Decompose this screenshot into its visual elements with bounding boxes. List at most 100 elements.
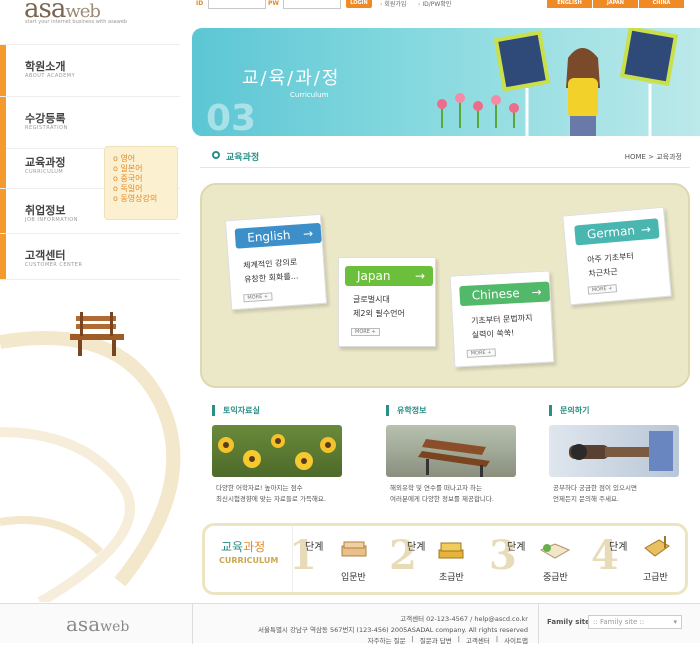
section-title[interactable]: 문의하기 <box>549 405 679 416</box>
menu-marker <box>0 189 6 233</box>
footer-contact: 고객센터 02-123-4567 / help@ascd.co.kr <box>400 615 528 623</box>
chalkboard-sign-icon <box>619 28 679 136</box>
course-desc: 글로벌시대 <box>353 295 390 304</box>
pw-input[interactable] <box>283 0 341 9</box>
footer-link-separator: | <box>457 635 460 643</box>
graduation-icon <box>644 536 670 557</box>
sidebar-item-sublabel: REGISTRATION <box>25 125 68 131</box>
section-title[interactable]: 유학정보 <box>386 405 516 416</box>
footer-link-faq[interactable]: 자주하는 질문 <box>368 635 406 645</box>
lang-china[interactable]: CHINA <box>638 0 684 8</box>
course-tag: Chinese → <box>459 281 551 307</box>
footer-link-separator: | <box>411 635 414 643</box>
footer-link-sitemap[interactable]: 사이트맵 <box>504 635 528 645</box>
find-idpw-link[interactable]: › ID/PW확인 <box>418 0 451 8</box>
course-desc: 유창한 회화를... <box>243 271 299 285</box>
submenu-item-chinese[interactable]: o 중국어 <box>113 174 177 184</box>
footer-logo: asaweb <box>66 612 130 636</box>
banner-number: 03 <box>206 98 257 136</box>
step-unit: 단계 <box>507 542 526 553</box>
section-study-abroad: 유학정보 해외유학 및 연수를 떠나고자 하는 여러분에게 다양한 정보를 제공합… <box>386 405 516 505</box>
steps-subtitle: CURRICULUM <box>219 556 279 565</box>
book-stack-icon <box>438 542 464 559</box>
section-desc: 해외유학 및 연수를 떠나고자 하는 여러분에게 다양한 정보를 제공합니다. <box>390 484 494 503</box>
course-tag: German → <box>574 218 660 246</box>
sidebar-item-sublabel: ABOUT ACADEMY <box>25 73 76 79</box>
student-girl-icon <box>566 48 600 136</box>
id-label: ID <box>196 0 204 7</box>
course-desc: 차근차근 <box>588 267 619 279</box>
join-link[interactable]: › 회원가입 <box>380 0 406 8</box>
footer-address: 서울특별시 강남구 역삼동 567번지 (123-456) 2005ASADAL… <box>258 626 528 634</box>
submenu-item-english[interactable]: o 영어 <box>113 154 177 164</box>
sidebar-item-label: 교육과정 <box>25 156 66 169</box>
sidebar-item-customer[interactable]: 고객센터 CUSTOMER CENTER <box>0 234 180 280</box>
banner-illustration <box>437 28 679 136</box>
menu-marker <box>0 45 6 96</box>
sidebar-item-label: 수강등록 <box>25 112 66 125</box>
course-desc: 기초부터 문법까지 <box>470 313 533 326</box>
telescope-photo[interactable] <box>549 425 679 477</box>
step-name[interactable]: 입문반 <box>341 570 366 583</box>
step-name[interactable]: 초급반 <box>439 570 464 583</box>
footer-link-customer[interactable]: 고객센터 <box>466 635 490 645</box>
section-desc: 공부하다 궁금한 점이 있으시면 언제든지 문의해 주세요. <box>553 484 637 503</box>
more-button[interactable]: MORE + <box>466 348 496 358</box>
sidebar-item-label: 고객센터 <box>25 249 66 262</box>
flower-photo[interactable] <box>212 425 342 477</box>
curriculum-banner: 03 교/육/과/정 Curriculum <box>192 28 700 136</box>
curriculum-steps: 교육과정 CURRICULUM 1 단계 입문반 2 단계 초급반 3 단계 중… <box>202 523 688 595</box>
step-name[interactable]: 고급반 <box>643 570 668 583</box>
bench-photo[interactable] <box>386 425 516 477</box>
footer: asaweb 고객센터 02-123-4567 / help@ascd.co.k… <box>0 603 700 645</box>
pw-label: PW <box>268 0 280 7</box>
family-site-label: Family site <box>547 618 590 626</box>
tulip-icon <box>437 93 519 128</box>
more-button[interactable]: MORE + <box>351 328 380 336</box>
submenu-item-video[interactable]: o 동영상강의 <box>113 194 177 204</box>
section-desc: 다양한 어학자료! 높아지는 점수 최신시험경향에 맞는 자료들로 가득해요. <box>216 484 326 503</box>
banner-title: 교/육/과/정 <box>242 68 341 89</box>
submenu-item-german[interactable]: o 독일어 <box>113 184 177 194</box>
menu-marker <box>0 141 6 188</box>
course-board: English → 체계적인 강의로 유창한 회화를... MORE + Japa… <box>200 183 690 388</box>
binoculars-icon <box>569 431 673 471</box>
id-input[interactable] <box>208 0 266 9</box>
step-name[interactable]: 중급반 <box>543 570 568 583</box>
course-desc: 아주 기초부터 <box>586 251 635 265</box>
course-desc: 체계적인 강의로 <box>242 257 298 271</box>
title-bullet-icon <box>212 151 220 159</box>
lang-english[interactable]: ENGLISH <box>546 0 592 8</box>
step-unit: 단계 <box>305 542 324 553</box>
lang-japan[interactable]: JAPAN <box>592 0 638 8</box>
section-toeic: 토익자료실 다양한 어학자료! 높아지는 점수 최신시험경향에 맞는 자료들로 가… <box>212 405 342 505</box>
more-button[interactable]: MORE + <box>587 284 617 295</box>
open-book-icon <box>539 543 571 559</box>
site-tagline: start your internet business with asaweb <box>25 19 128 25</box>
sidebar-item-about[interactable]: 학원소개 ABOUT ACADEMY <box>0 45 180 97</box>
sidebar-item-sublabel: CURRICULUM <box>25 169 64 175</box>
chevron-down-icon: ▾ <box>673 618 677 626</box>
chalkboard-sign-icon <box>493 30 551 136</box>
book-icon <box>341 541 367 557</box>
course-card-japan[interactable]: Japan → 글로벌시대 제2외 필수언어 MORE + <box>338 257 436 347</box>
course-card-chinese[interactable]: Chinese → 기초부터 문법까지 실력이 쑥쑥! MORE + <box>449 270 555 368</box>
course-tag: Japan → <box>345 266 433 286</box>
footer-divider <box>538 604 539 644</box>
section-title[interactable]: 토익자료실 <box>212 405 342 416</box>
language-bar: ENGLISH JAPAN CHINA <box>546 0 684 8</box>
more-button[interactable]: MORE + <box>243 292 273 303</box>
submenu-item-japanese[interactable]: o 일본어 <box>113 164 177 174</box>
breadcrumb-row: 교육과정 HOME > 교육과정 <box>200 144 690 168</box>
login-button[interactable]: LOGIN <box>346 0 372 8</box>
park-bench-icon <box>418 439 490 477</box>
banner-subtitle: Curriculum <box>290 91 329 99</box>
course-card-german[interactable]: German → 아주 기초부터 차근차근 MORE + <box>562 206 672 306</box>
course-card-english[interactable]: English → 체계적인 강의로 유창한 회화를... MORE + <box>224 213 328 311</box>
footer-link-qna[interactable]: 질문과 답변 <box>420 635 452 645</box>
course-desc: 제2외 필수언어 <box>353 309 405 318</box>
sunflower-icon <box>218 434 336 470</box>
footer-links: 자주하는 질문 | 질문과 답변 | 고객센터 | 사이트맵 <box>368 635 528 645</box>
family-site-select[interactable]: :: Family site :: ▾ <box>588 615 682 629</box>
sidebar-item-sublabel: JOB INFORMATION <box>25 217 78 223</box>
